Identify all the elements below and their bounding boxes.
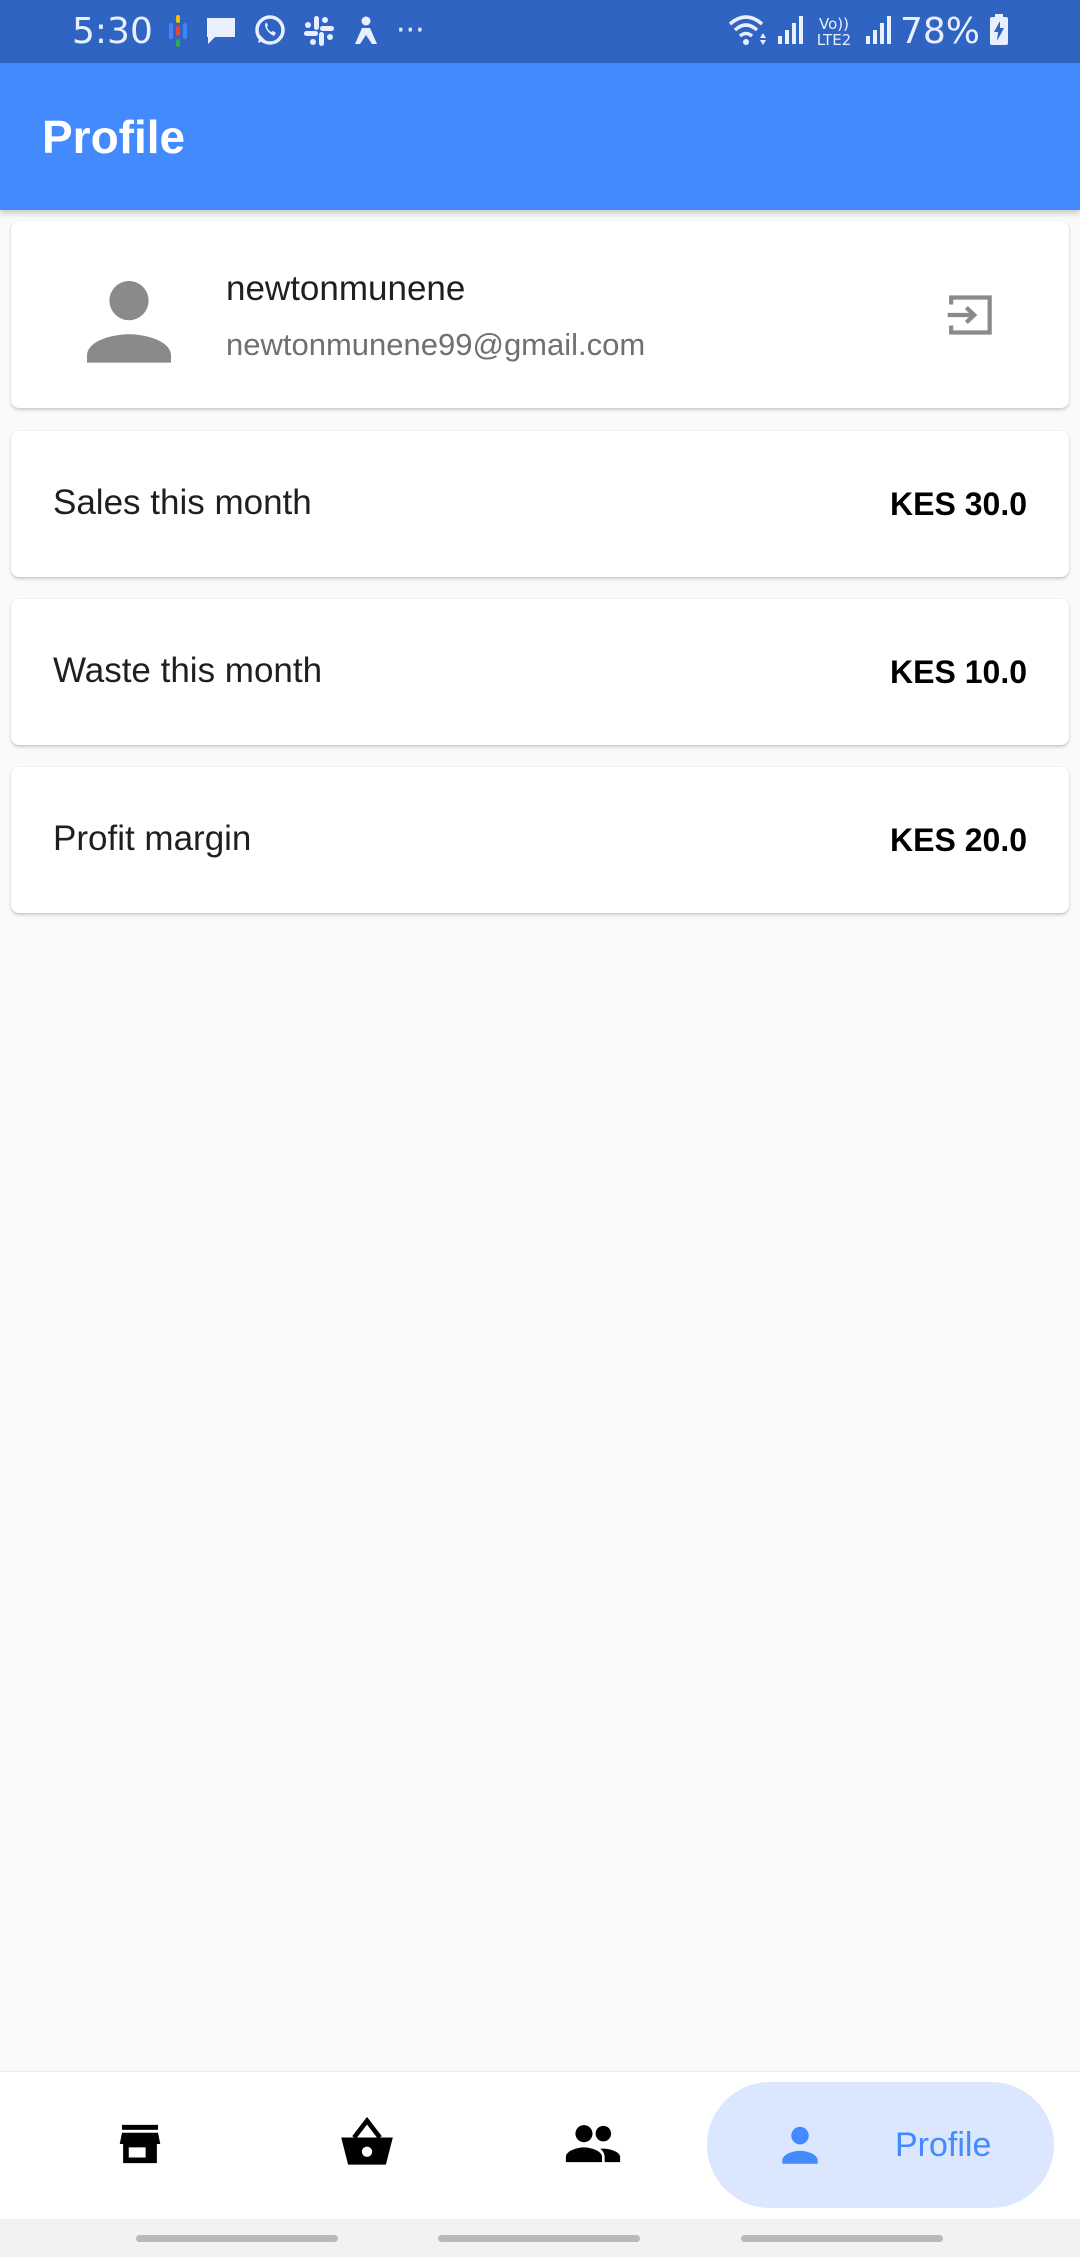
bottom-navigation: Profile — [0, 2071, 1080, 2220]
gesture-pill[interactable] — [438, 2235, 640, 2242]
status-time: 5:30 — [72, 11, 153, 52]
gesture-pill[interactable] — [741, 2235, 943, 2242]
system-navigation-bar — [0, 2219, 1080, 2257]
more-dots-icon: ··· — [396, 13, 425, 48]
stat-value: KES 10.0 — [890, 654, 1027, 690]
exit-to-app-icon — [943, 287, 999, 348]
stat-value: KES 30.0 — [890, 486, 1027, 522]
wifi-icon — [728, 12, 768, 52]
profile-email: newtonmunene99@gmail.com — [226, 327, 646, 362]
battery-percent: 78% — [899, 11, 980, 52]
nav-item-people[interactable] — [543, 2072, 643, 2220]
stat-label: Waste this month — [53, 651, 323, 690]
gesture-pill[interactable] — [136, 2235, 338, 2242]
battery-charging-icon — [988, 13, 1010, 51]
whatsapp-icon — [252, 13, 288, 49]
stat-value: KES 20.0 — [890, 822, 1027, 858]
status-right-icons: Vo)) LTE2 78% — [728, 10, 1010, 54]
person-icon — [73, 267, 185, 379]
waste-card: Waste this month KES 10.0 — [11, 599, 1069, 745]
profile-name: newtonmunene — [226, 269, 466, 308]
person-icon — [775, 2120, 825, 2175]
sales-card: Sales this month KES 30.0 — [11, 431, 1069, 577]
stat-label: Profit margin — [53, 819, 252, 858]
signal-icon — [864, 14, 892, 50]
basket-icon — [336, 2113, 398, 2180]
google-podcasts-icon — [166, 13, 190, 49]
page-title: Profile — [42, 111, 186, 163]
volte-lte2-icon: Vo)) LTE2 — [816, 15, 852, 49]
nav-item-basket[interactable] — [317, 2072, 417, 2220]
logout-button[interactable] — [943, 289, 999, 345]
profit-card: Profit margin KES 20.0 — [11, 767, 1069, 913]
store-icon — [113, 2117, 167, 2176]
people-icon — [562, 2113, 624, 2180]
stat-label: Sales this month — [53, 483, 312, 522]
nav-item-store[interactable] — [90, 2072, 190, 2220]
message-icon — [204, 14, 238, 48]
notification-icons: ··· — [166, 13, 425, 49]
profile-card: newtonmunene newtonmunene99@gmail.com — [11, 221, 1069, 408]
nav-label-profile: Profile — [895, 2126, 992, 2164]
app-bar: Profile — [0, 63, 1080, 210]
status-bar: 5:30 ··· Vo)) LTE2 78% — [0, 0, 1080, 63]
nav-item-profile[interactable]: Profile — [707, 2082, 1054, 2208]
slack-icon — [302, 14, 336, 48]
app-icon — [350, 14, 382, 48]
signal-icon — [776, 14, 804, 50]
